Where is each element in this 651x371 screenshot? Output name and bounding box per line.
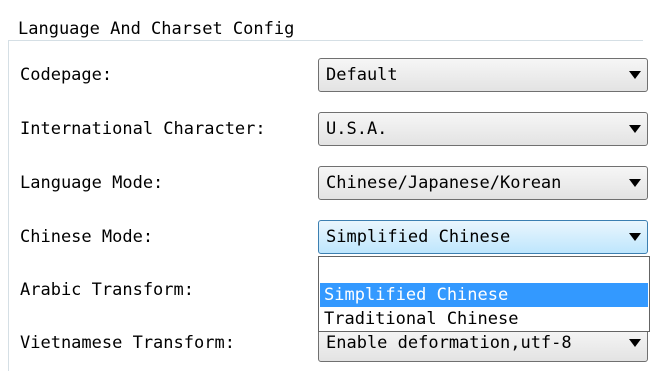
dropdown-option-traditional-chinese[interactable]: Traditional Chinese <box>320 307 648 331</box>
chinese-mode-combo[interactable]: Simplified Chinese <box>318 220 648 254</box>
chinese-mode-label: Chinese Mode: <box>20 227 154 247</box>
chinese-mode-value: Simplified Chinese <box>326 227 511 247</box>
chevron-down-icon[interactable] <box>629 233 641 241</box>
codepage-label: Codepage: <box>20 65 113 85</box>
international-character-label: International Character: <box>20 119 266 139</box>
chevron-down-icon[interactable] <box>629 125 641 133</box>
group-title: Language And Charset Config <box>18 18 299 40</box>
international-character-combo[interactable]: U.S.A. <box>318 112 648 146</box>
dropdown-option-simplified-chinese[interactable]: Simplified Chinese <box>320 283 648 307</box>
international-character-value: U.S.A. <box>326 119 388 139</box>
arabic-transform-label: Arabic Transform: <box>20 280 194 300</box>
dropdown-option-empty[interactable] <box>320 258 648 282</box>
language-mode-combo[interactable]: Chinese/Japanese/Korean <box>318 166 648 200</box>
language-mode-value: Chinese/Japanese/Korean <box>326 173 562 193</box>
vietnamese-transform-combo[interactable]: Enable deformation,utf-8 <box>318 328 648 362</box>
vietnamese-transform-label: Vietnamese Transform: <box>20 333 235 353</box>
chevron-down-icon[interactable] <box>629 71 641 79</box>
language-mode-label: Language Mode: <box>20 173 164 193</box>
codepage-combo[interactable]: Default <box>318 58 648 92</box>
chevron-down-icon[interactable] <box>629 339 641 347</box>
chinese-mode-dropdown-list[interactable]: Simplified Chinese Traditional Chinese <box>318 256 650 332</box>
codepage-value: Default <box>326 65 398 85</box>
chevron-down-icon[interactable] <box>629 179 641 187</box>
vietnamese-transform-value: Enable deformation,utf-8 <box>326 333 572 353</box>
